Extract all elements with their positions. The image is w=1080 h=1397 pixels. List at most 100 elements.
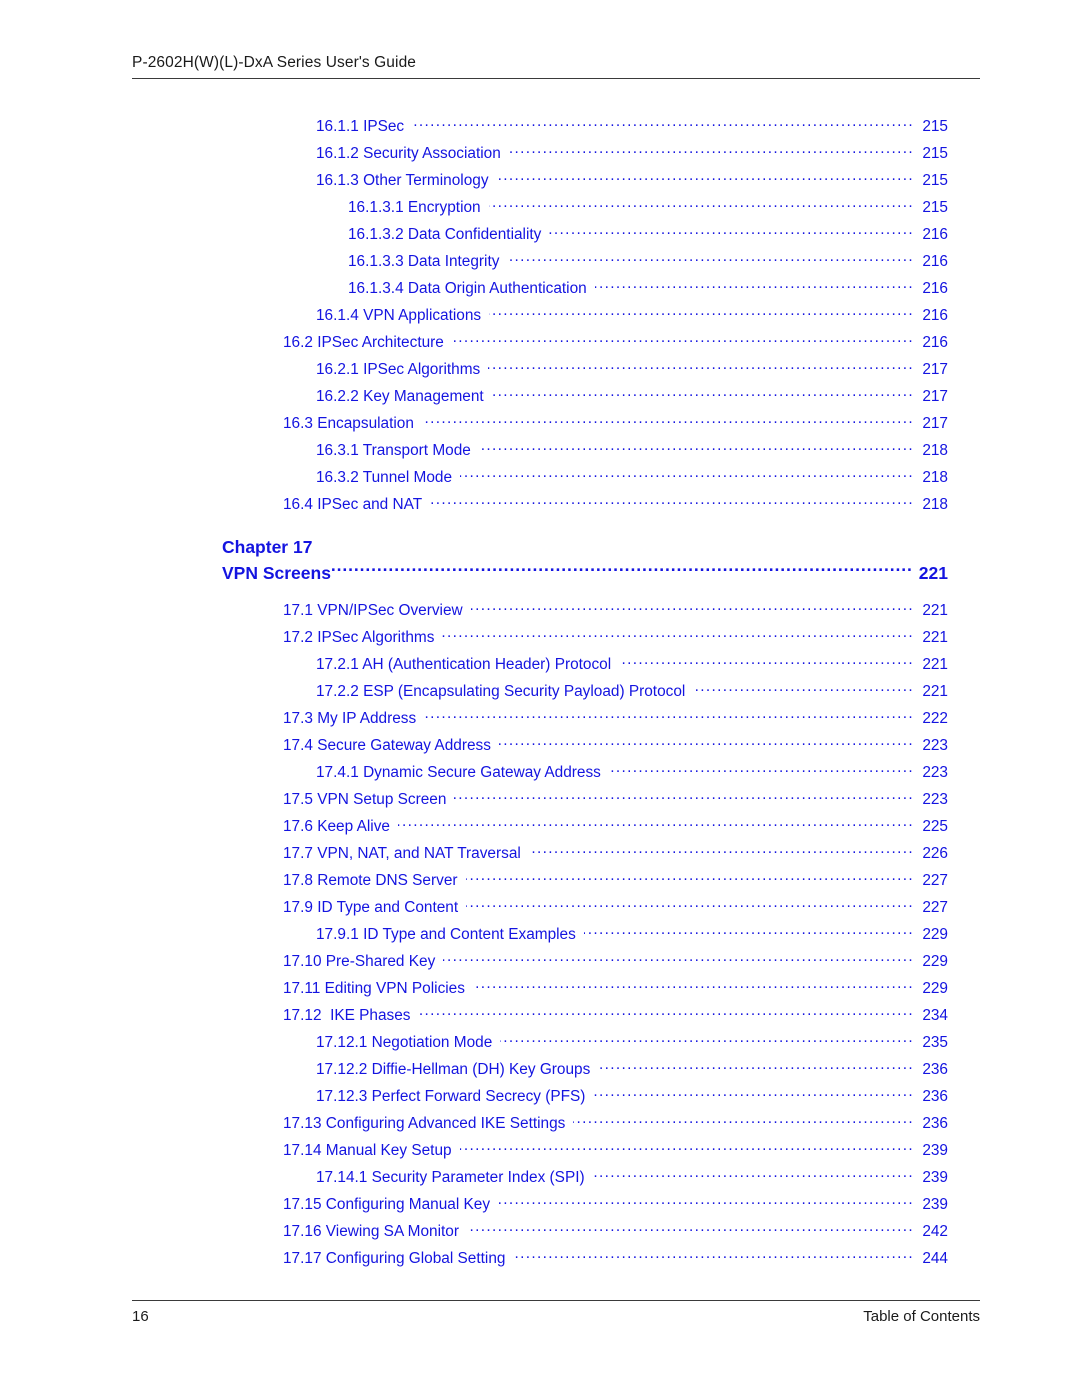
toc-entry-label: 16.3.2 Tunnel Mode bbox=[316, 469, 453, 487]
toc-entry[interactable]: 16.1.2 Security Association 215 bbox=[0, 143, 1080, 170]
leader-dots bbox=[331, 562, 913, 580]
leader-dots bbox=[488, 359, 914, 374]
toc-entry-label: 17.7 VPN, NAT, and NAT Traversal bbox=[283, 845, 521, 863]
toc-entry-page-number: 216 bbox=[922, 334, 948, 352]
leader-dots bbox=[497, 170, 914, 185]
leader-dots bbox=[467, 1221, 914, 1236]
toc-entry-page-number: 223 bbox=[922, 791, 948, 809]
leader-dots bbox=[619, 654, 914, 669]
leader-dots bbox=[418, 1005, 914, 1020]
toc-entry[interactable]: 17.2.2 ESP (Encapsulating Security Paylo… bbox=[0, 681, 1080, 708]
toc-entry[interactable]: 16.2.1 IPSec Algorithms 217 bbox=[0, 359, 1080, 386]
toc-entry-chapter-title[interactable]: VPN Screens 221 bbox=[222, 560, 948, 587]
toc-entry[interactable]: 17.7 VPN, NAT, and NAT Traversal 226 bbox=[0, 843, 1080, 870]
toc-entry-label: 17.8 Remote DNS Server bbox=[283, 872, 458, 890]
toc-entry[interactable]: 17.12.2 Diffie-Hellman (DH) Key Groups 23… bbox=[0, 1059, 1080, 1086]
toc-entry[interactable]: 16.3 Encapsulation 217 bbox=[0, 413, 1080, 440]
toc-entry[interactable]: 16.3.1 Transport Mode 218 bbox=[0, 440, 1080, 467]
toc-entry[interactable]: 17.5 VPN Setup Screen 223 bbox=[0, 789, 1080, 816]
toc-entry-label: 17.9 ID Type and Content bbox=[283, 899, 459, 917]
chapter-number-label: Chapter 17 bbox=[222, 537, 313, 557]
toc-entry[interactable]: 17.12 IKE Phases 234 bbox=[0, 1005, 1080, 1032]
toc-entry-page-number: 227 bbox=[922, 872, 948, 890]
toc-entry-page-number: 234 bbox=[922, 1007, 948, 1025]
toc-entry[interactable]: 17.4 Secure Gateway Address 223 bbox=[0, 735, 1080, 762]
toc-entry-page-number: 239 bbox=[922, 1142, 948, 1160]
toc-entry[interactable]: 17.12.1 Negotiation Mode 235 bbox=[0, 1032, 1080, 1059]
leader-dots bbox=[509, 143, 914, 158]
toc-entry[interactable]: 16.1.3.2 Data Confidentiality 216 bbox=[0, 224, 1080, 251]
toc-entry[interactable]: 17.6 Keep Alive 225 bbox=[0, 816, 1080, 843]
toc-entry[interactable]: 17.11 Editing VPN Policies 229 bbox=[0, 978, 1080, 1005]
toc-entry-page-number: 223 bbox=[922, 764, 948, 782]
toc-entry[interactable]: 17.12.3 Perfect Forward Secrecy (PFS) 236 bbox=[0, 1086, 1080, 1113]
header-divider bbox=[132, 78, 980, 79]
leader-dots bbox=[492, 386, 914, 401]
toc-entry[interactable]: 17.3 My IP Address 222 bbox=[0, 708, 1080, 735]
toc-entry[interactable]: 17.17 Configuring Global Setting 244 bbox=[0, 1248, 1080, 1275]
toc-entry-page-number: 218 bbox=[922, 442, 948, 460]
leader-dots bbox=[452, 332, 914, 347]
leader-dots bbox=[489, 305, 914, 320]
leader-dots bbox=[479, 440, 914, 455]
toc-entry-label: 17.12.3 Perfect Forward Secrecy (PFS) bbox=[316, 1088, 586, 1106]
toc-entry[interactable]: 17.14.1 Security Parameter Index (SPI) 23… bbox=[0, 1167, 1080, 1194]
toc-entry-label: 16.2.1 IPSec Algorithms bbox=[316, 361, 481, 379]
toc-entry[interactable]: 17.16 Viewing SA Monitor 242 bbox=[0, 1221, 1080, 1248]
toc-entry[interactable]: 17.9.1 ID Type and Content Examples 229 bbox=[0, 924, 1080, 951]
leader-dots bbox=[593, 1167, 914, 1182]
toc-entry[interactable]: 17.8 Remote DNS Server 227 bbox=[0, 870, 1080, 897]
toc-list-chapter-17: 17.1 VPN/IPSec Overview22117.2 IPSec Alg… bbox=[0, 600, 1080, 1275]
toc-entry[interactable]: 16.1.1 IPSec 215 bbox=[0, 116, 1080, 143]
toc-entry-page-number: 217 bbox=[922, 361, 948, 379]
toc-entry[interactable]: 17.2 IPSec Algorithms 221 bbox=[0, 627, 1080, 654]
toc-list-chapter-16: 16.1.1 IPSec21516.1.2 Security Associati… bbox=[0, 116, 1080, 521]
leader-dots bbox=[584, 924, 914, 939]
toc-entry-page-number: 216 bbox=[922, 280, 948, 298]
toc-entry-page-number: 226 bbox=[922, 845, 948, 863]
toc-entry-label: 16.4 IPSec and NAT bbox=[283, 496, 423, 514]
toc-entry[interactable]: 16.1.3.3 Data Integrity 216 bbox=[0, 251, 1080, 278]
toc-entry-page-number: 215 bbox=[922, 118, 948, 136]
toc-entry[interactable]: 17.15 Configuring Manual Key 239 bbox=[0, 1194, 1080, 1221]
leader-dots bbox=[693, 681, 914, 696]
toc-entry-label: 17.12 IKE Phases bbox=[283, 1007, 411, 1025]
toc-entry-page-number: 229 bbox=[922, 953, 948, 971]
toc-entry[interactable]: 17.13 Configuring Advanced IKE Settings 2… bbox=[0, 1113, 1080, 1140]
toc-entry[interactable]: 16.3.2 Tunnel Mode 218 bbox=[0, 467, 1080, 494]
leader-dots bbox=[412, 116, 914, 131]
toc-entry[interactable]: 16.2.2 Key Management 217 bbox=[0, 386, 1080, 413]
toc-entry-page-number: 216 bbox=[922, 253, 948, 271]
toc-entry[interactable]: 16.4 IPSec and NAT 218 bbox=[0, 494, 1080, 521]
toc-entry[interactable]: 16.1.4 VPN Applications 216 bbox=[0, 305, 1080, 332]
toc-entry[interactable]: 16.1.3 Other Terminology 215 bbox=[0, 170, 1080, 197]
toc-entry[interactable]: 17.1 VPN/IPSec Overview 221 bbox=[0, 600, 1080, 627]
toc-entry-label: 17.5 VPN Setup Screen bbox=[283, 791, 447, 809]
toc-entry-label: 17.2 IPSec Algorithms bbox=[283, 629, 435, 647]
toc-entry-label: 17.14.1 Security Parameter Index (SPI) bbox=[316, 1169, 585, 1187]
toc-entry[interactable]: 17.2.1 AH (Authentication Header) Protoc… bbox=[0, 654, 1080, 681]
toc-entry[interactable]: 17.9 ID Type and Content 227 bbox=[0, 897, 1080, 924]
toc-entry[interactable]: 17.10 Pre-Shared Key 229 bbox=[0, 951, 1080, 978]
toc-entry-label: 17.6 Keep Alive bbox=[283, 818, 390, 836]
toc-entry[interactable]: 16.2 IPSec Architecture 216 bbox=[0, 332, 1080, 359]
leader-dots bbox=[473, 978, 914, 993]
document-title: P-2602H(W)(L)-DxA Series User's Guide bbox=[132, 54, 417, 71]
toc-entry[interactable]: 17.14 Manual Key Setup 239 bbox=[0, 1140, 1080, 1167]
leader-dots bbox=[398, 816, 914, 831]
toc-entry-page-number: 229 bbox=[922, 926, 948, 944]
toc-entry-page-number: 215 bbox=[922, 199, 948, 217]
toc-entry[interactable]: 16.1.3.1 Encryption 215 bbox=[0, 197, 1080, 224]
toc-entry-label: 17.17 Configuring Global Setting bbox=[283, 1250, 506, 1268]
leader-dots bbox=[500, 1032, 914, 1047]
toc-entry[interactable]: 17.4.1 Dynamic Secure Gateway Address 223 bbox=[0, 762, 1080, 789]
toc-entry-label: 17.14 Manual Key Setup bbox=[283, 1142, 452, 1160]
toc-entry-label: 17.15 Configuring Manual Key bbox=[283, 1196, 491, 1214]
toc-entry-page-number: 225 bbox=[922, 818, 948, 836]
toc-entry-page-number: 218 bbox=[922, 496, 948, 514]
toc-entry-page-number: 236 bbox=[922, 1115, 948, 1133]
toc-entry-page-number: 221 bbox=[922, 683, 948, 701]
toc-entry[interactable]: 16.1.3.4 Data Origin Authentication 216 bbox=[0, 278, 1080, 305]
toc-entry-label: 17.4 Secure Gateway Address bbox=[283, 737, 491, 755]
toc-entry-page-number: 242 bbox=[922, 1223, 948, 1241]
